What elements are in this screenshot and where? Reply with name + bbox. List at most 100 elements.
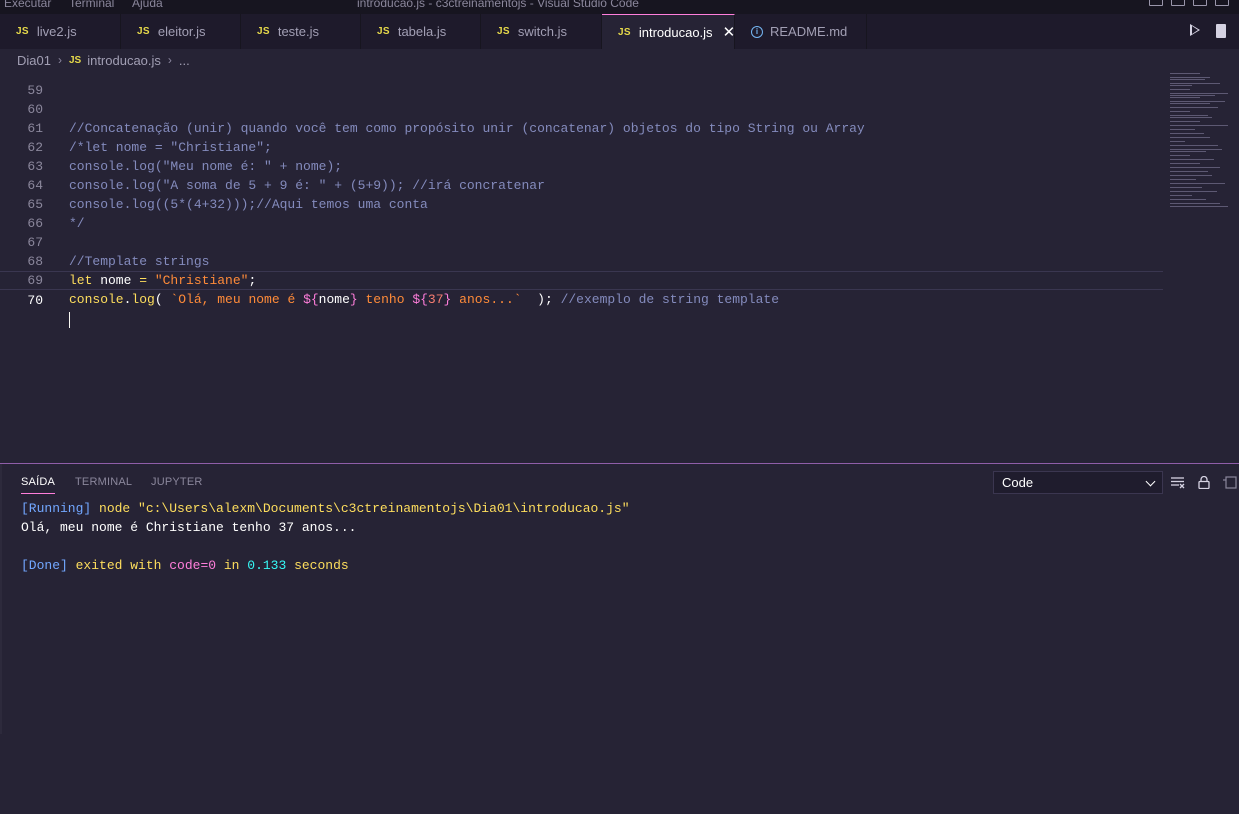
running-tag: [Running] bbox=[21, 501, 92, 516]
window-title: introducao.js - c3ctreinamentojs - Visua… bbox=[357, 0, 639, 10]
code-line: 62 console.log("Meu nome é: " + nome); bbox=[0, 119, 1163, 174]
minimap-line bbox=[1170, 107, 1218, 108]
code-line: 61 /*let nome = "Christiane"; bbox=[0, 100, 1163, 155]
minimap-line bbox=[1170, 191, 1217, 192]
minimap-line bbox=[1170, 137, 1210, 138]
identifier-token: console bbox=[69, 292, 124, 307]
minimap-line bbox=[1170, 83, 1220, 84]
breadcrumb-file[interactable]: introducao.js bbox=[87, 53, 161, 68]
done-text: in bbox=[216, 558, 248, 573]
javascript-file-icon: JS bbox=[257, 26, 270, 37]
output-channel-select[interactable]: Code bbox=[993, 471, 1163, 494]
code-text: console.log( `Olá, meu nome é ${nome} te… bbox=[69, 290, 779, 309]
template-delimiter-token: ${ bbox=[412, 292, 428, 307]
minimap[interactable] bbox=[1170, 71, 1230, 221]
template-delimiter-token: } bbox=[349, 292, 358, 307]
tab-label: eleitor.js bbox=[157, 24, 206, 39]
tab-tabela[interactable]: JS tabela.js bbox=[361, 14, 481, 49]
code-line: 59 bbox=[0, 71, 1163, 98]
tab-jupyter[interactable]: JUPYTER bbox=[151, 476, 203, 488]
breadcrumb-folder[interactable]: Dia01 bbox=[17, 53, 51, 68]
exit-code: code=0 bbox=[169, 558, 217, 573]
minimap-line bbox=[1170, 163, 1200, 164]
done-tag: [Done] bbox=[21, 558, 68, 573]
tab-label: live2.js bbox=[36, 24, 77, 39]
close-tab-icon[interactable]: ✕ bbox=[723, 23, 736, 41]
run-code-icon[interactable] bbox=[1190, 24, 1200, 36]
chevron-right-icon: › bbox=[167, 53, 172, 67]
minimap-line bbox=[1170, 125, 1228, 126]
minimap-line bbox=[1170, 175, 1212, 176]
code-line: 69 console.log( `Olá, meu nome é ${nome}… bbox=[0, 252, 1163, 307]
tab-live2[interactable]: JS live2.js bbox=[0, 14, 121, 49]
breadcrumb-more[interactable]: ... bbox=[179, 53, 190, 68]
panel-edge bbox=[0, 464, 2, 734]
tab-eleitor[interactable]: JS eleitor.js bbox=[121, 14, 241, 49]
menu-executar[interactable]: Executar bbox=[4, 0, 51, 10]
done-text: seconds bbox=[286, 558, 349, 573]
chevron-down-icon bbox=[1145, 476, 1156, 487]
code-line: 63 console.log("A soma de 5 + 9 é: " + (… bbox=[0, 138, 1163, 193]
minimap-line bbox=[1170, 77, 1210, 78]
running-command: node "c:\Users\alexm\Documents\c3ctreina… bbox=[91, 501, 630, 516]
code-line: 67 //Template strings bbox=[0, 214, 1163, 269]
template-string-token: `Olá, meu nome é bbox=[170, 292, 304, 307]
editor-tab-bar: JS live2.js JS eleitor.js JS teste.js JS… bbox=[0, 14, 1239, 49]
minimap-line bbox=[1170, 101, 1225, 102]
tab-introducao[interactable]: JS introducao.js ✕ bbox=[602, 14, 735, 49]
tab-terminal[interactable]: TERMINAL bbox=[75, 476, 132, 488]
minimap-line bbox=[1170, 149, 1222, 150]
minimap-line bbox=[1170, 141, 1185, 142]
done-text: exited with bbox=[67, 558, 170, 573]
tab-teste[interactable]: JS teste.js bbox=[241, 14, 361, 49]
lock-icon[interactable] bbox=[1197, 476, 1211, 489]
layout-secondary-icon[interactable] bbox=[1193, 0, 1207, 6]
javascript-file-icon: JS bbox=[137, 26, 150, 37]
minimap-line bbox=[1170, 167, 1220, 168]
minimap-line bbox=[1170, 79, 1205, 80]
split-editor-icon[interactable] bbox=[1216, 24, 1226, 38]
minimap-line bbox=[1170, 129, 1195, 130]
clear-output-icon[interactable] bbox=[1171, 476, 1185, 489]
javascript-file-icon: JS bbox=[377, 26, 390, 37]
minimap-line bbox=[1170, 95, 1215, 96]
tab-label: teste.js bbox=[277, 24, 320, 39]
minimap-line bbox=[1170, 179, 1196, 180]
code-line: 60 //Concatenação (unir) quando você tem… bbox=[0, 81, 1163, 136]
minimap-line bbox=[1170, 206, 1228, 207]
minimap-line bbox=[1170, 151, 1206, 152]
chevron-right-icon: › bbox=[57, 53, 62, 67]
minimap-line bbox=[1170, 203, 1220, 204]
tab-label: switch.js bbox=[517, 24, 567, 39]
menu-terminal[interactable]: Terminal bbox=[69, 0, 114, 10]
open-in-editor-icon[interactable] bbox=[1223, 476, 1237, 489]
minimap-line bbox=[1170, 111, 1190, 112]
layout-controls bbox=[1149, 0, 1229, 6]
layout-sidebar-icon[interactable] bbox=[1149, 0, 1163, 6]
minimap-line bbox=[1170, 115, 1208, 116]
code-editor[interactable]: 59 60 //Concatenação (unir) quando você … bbox=[0, 71, 1239, 462]
minimap-line bbox=[1170, 117, 1212, 118]
layout-customize-icon[interactable] bbox=[1215, 0, 1229, 6]
line-number: 70 bbox=[27, 293, 43, 308]
tab-readme[interactable]: i README.md bbox=[735, 14, 867, 49]
tab-switch[interactable]: JS switch.js bbox=[481, 14, 602, 49]
bottom-panel: SAÍDA TERMINAL JUPYTER Code [Running] no… bbox=[0, 463, 1239, 814]
tab-output[interactable]: SAÍDA bbox=[21, 476, 56, 494]
identifier-token: nome bbox=[318, 292, 350, 307]
minimap-line bbox=[1170, 171, 1208, 172]
javascript-file-icon: JS bbox=[68, 54, 82, 66]
template-string-token: anos...` bbox=[451, 292, 522, 307]
menu-ajuda[interactable]: Ajuda bbox=[132, 0, 163, 10]
code-line: 66 bbox=[0, 195, 1163, 231]
number-token: 37 bbox=[427, 292, 444, 307]
minimap-line bbox=[1170, 159, 1214, 160]
minimap-line bbox=[1170, 195, 1192, 196]
layout-panel-icon[interactable] bbox=[1171, 0, 1185, 6]
elapsed-time: 0.133 bbox=[247, 558, 287, 573]
title-bar: Executar Terminal Ajuda introducao.js - … bbox=[0, 0, 1239, 14]
code-line: 65 */ bbox=[0, 176, 1163, 231]
minimap-line bbox=[1170, 103, 1210, 104]
minimap-line bbox=[1170, 93, 1228, 94]
minimap-line bbox=[1170, 73, 1200, 74]
